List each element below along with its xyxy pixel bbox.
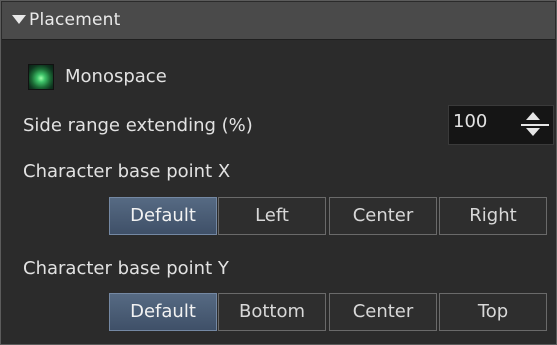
base-x-right-button[interactable]: Right [439,197,547,235]
side-range-spinbox[interactable]: 100 [448,105,554,145]
base-y-top-button[interactable]: Top [439,293,547,331]
base-point-x-label: Character base point X [23,161,231,182]
base-y-center-button[interactable]: Center [329,293,437,331]
base-y-bottom-button[interactable]: Bottom [218,293,326,331]
base-point-y-label: Character base point Y [23,258,229,279]
section-title: Placement [29,10,121,30]
monospace-label[interactable]: Monospace [65,66,167,87]
placement-panel: Placement Monospace Side range extending… [0,0,557,345]
spin-down-arrow-icon[interactable] [526,128,540,136]
side-range-value[interactable]: 100 [453,111,487,132]
spin-up-arrow-icon[interactable] [526,112,540,120]
base-y-default-button[interactable]: Default [109,293,217,331]
monospace-checkbox[interactable] [28,64,54,90]
spin-separator [521,124,549,126]
base-x-left-button[interactable]: Left [218,197,326,235]
section-header-placement[interactable]: Placement [2,2,555,40]
expand-triangle-icon[interactable] [12,15,26,24]
side-range-label: Side range extending (%) [23,115,253,136]
base-x-default-button[interactable]: Default [109,197,217,235]
base-x-center-button[interactable]: Center [329,197,437,235]
